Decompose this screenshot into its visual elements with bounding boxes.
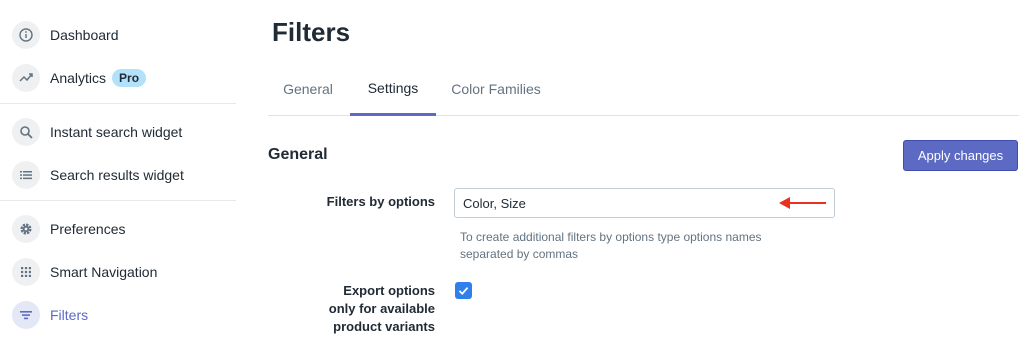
- sidebar-item-label: Dashboard: [50, 27, 119, 43]
- sidebar-item-filters[interactable]: Filters: [12, 300, 88, 330]
- filters-by-options-label: Filters by options: [326, 194, 435, 209]
- checkmark-icon: [458, 287, 469, 296]
- apply-changes-button[interactable]: Apply changes: [903, 140, 1018, 171]
- filter-icon: [12, 301, 40, 329]
- grid-icon: [12, 258, 40, 286]
- sidebar-divider: [0, 200, 236, 201]
- gear-icon: [12, 215, 40, 243]
- sidebar-item-label: Preferences: [50, 221, 126, 237]
- arrow-left-icon: [779, 197, 826, 209]
- info-icon: [12, 21, 40, 49]
- sidebar-item-smart-navigation[interactable]: Smart Navigation: [12, 257, 157, 287]
- sidebar-item-analytics[interactable]: Analytics Pro: [12, 63, 147, 93]
- page-title: Filters: [272, 17, 351, 47]
- export-options-label-line: Export options: [343, 283, 435, 298]
- export-options-label: Export options only for available produc…: [290, 282, 435, 336]
- filters-by-options-help: To create additional filters by options …: [460, 230, 762, 261]
- sidebar-item-label: Smart Navigation: [50, 264, 158, 280]
- export-options-label-line: product variants: [333, 319, 435, 334]
- pro-badge: Pro: [112, 69, 147, 87]
- export-options-checkbox[interactable]: [455, 282, 472, 299]
- sidebar-item-dashboard[interactable]: Dashboard: [12, 20, 119, 50]
- sidebar-item-instant-search-widget[interactable]: Instant search widget: [12, 117, 182, 147]
- trending-up-icon: [12, 64, 40, 92]
- list-icon: [12, 161, 40, 189]
- tab-settings[interactable]: Settings: [350, 62, 436, 116]
- search-icon: [12, 118, 40, 146]
- export-options-label-line: only for available: [328, 301, 435, 316]
- sidebar: Dashboard Analytics Pro Instant search w…: [0, 0, 236, 348]
- sidebar-item-preferences[interactable]: Preferences: [12, 214, 125, 244]
- tab-color-families[interactable]: Color Families: [440, 62, 552, 116]
- sidebar-item-label: Instant search widget: [50, 124, 183, 140]
- tab-general[interactable]: General: [268, 62, 348, 116]
- sidebar-item-label: Analytics: [50, 70, 107, 86]
- section-title: General: [268, 146, 328, 163]
- sidebar-divider: [0, 103, 236, 104]
- tab-bar: General Settings Color Families: [268, 62, 1019, 116]
- sidebar-item-search-results-widget[interactable]: Search results widget: [12, 160, 184, 190]
- sidebar-item-label: Filters: [50, 307, 89, 323]
- sidebar-item-label: Search results widget: [50, 167, 184, 183]
